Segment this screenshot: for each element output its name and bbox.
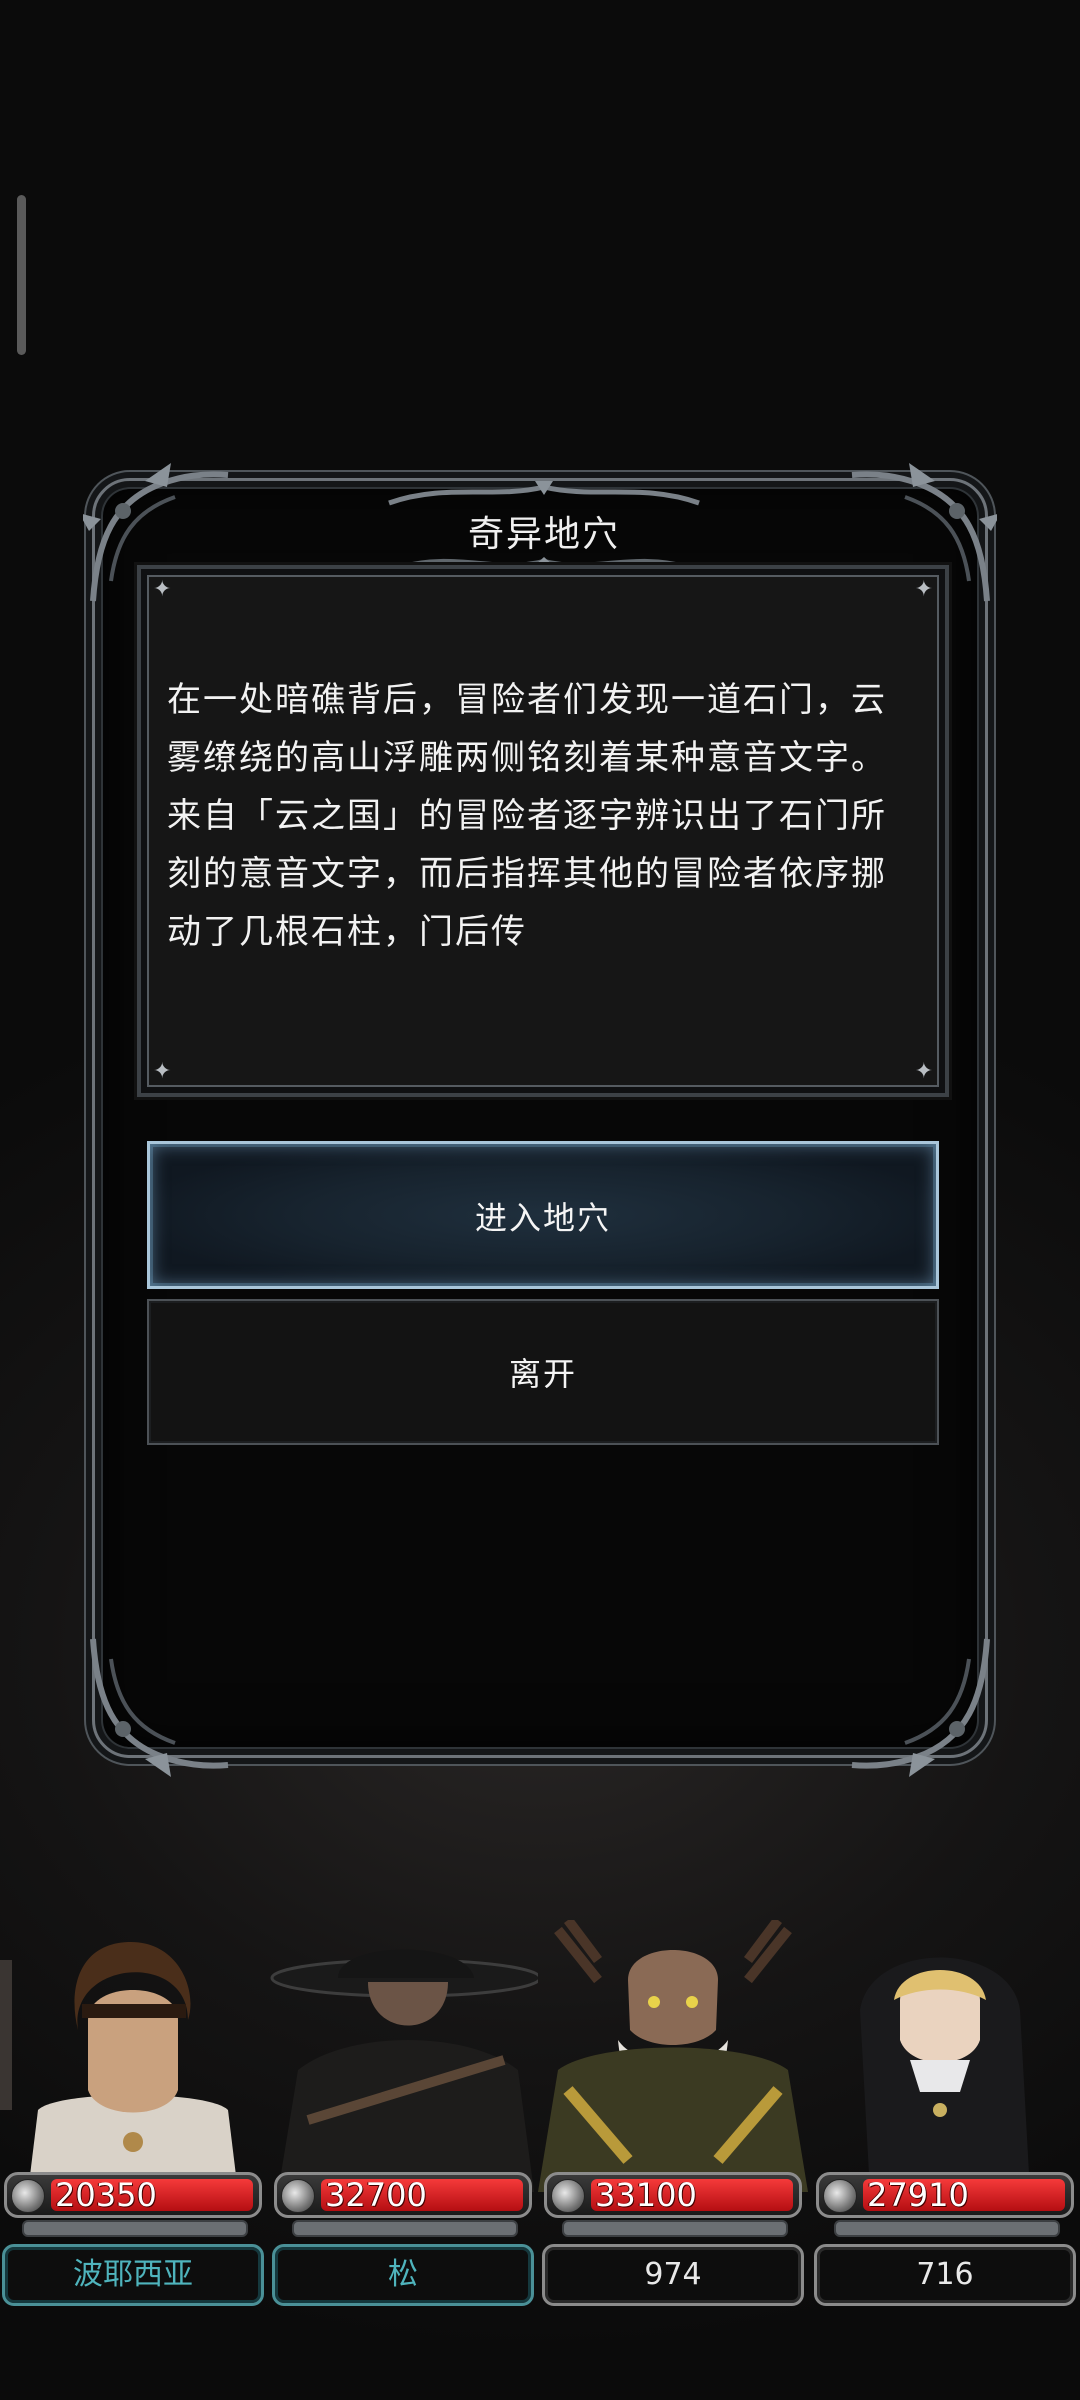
hero-portrait — [538, 1920, 808, 2192]
hp-bar: 27910 — [816, 2172, 1074, 2218]
scroll-indicator[interactable] — [17, 195, 26, 355]
leave-button[interactable]: 离开 — [147, 1299, 939, 1445]
sword-orb-icon — [551, 2179, 585, 2213]
hp-bar: 32700 — [274, 2172, 532, 2218]
hero-card-1[interactable]: 20350 波耶西亚 — [0, 1920, 268, 2310]
hero-portrait — [860, 1957, 1030, 2192]
mp-bar — [834, 2220, 1060, 2237]
hero-card-3[interactable]: 33100 974 — [538, 1920, 808, 2310]
sparkle-icon: ✦ — [153, 1059, 172, 1084]
sparkle-icon: ✦ — [914, 577, 933, 602]
hero-card-2[interactable]: 32700 松 — [268, 1920, 538, 2310]
sword-orb-icon — [281, 2179, 315, 2213]
hero-name: 松 — [272, 2244, 534, 2306]
mp-bar — [292, 2220, 518, 2237]
hp-value: 20350 — [55, 2176, 157, 2214]
dialog-title: 奇异地穴 — [467, 514, 620, 555]
hero-portrait — [270, 1949, 538, 2192]
sparkle-icon: ✦ — [153, 577, 172, 602]
hp-value: 27910 — [867, 2176, 969, 2214]
enter-cave-button[interactable]: 进入地穴 — [147, 1141, 939, 1289]
hero-name: 716 — [814, 2244, 1076, 2306]
hp-bar: 33100 — [544, 2172, 802, 2218]
sword-orb-icon — [823, 2179, 857, 2213]
mp-bar — [22, 2220, 248, 2237]
sparkle-icon: ✦ — [914, 1059, 933, 1084]
mp-bar — [562, 2220, 788, 2237]
frame-ornament-icon — [851, 1638, 990, 1777]
event-dialog: 奇异地穴 ✦ ✦ ✦ ✦ 在一处暗礁背后，冒险者们发现一道石门，云雾缭绕的高山浮… — [83, 463, 997, 1777]
hero-card-4[interactable]: 27910 716 — [810, 1920, 1080, 2310]
frame-ornament-icon — [90, 1638, 229, 1777]
game-screen: 奇异地穴 ✦ ✦ ✦ ✦ 在一处暗礁背后，冒险者们发现一道石门，云雾缭绕的高山浮… — [0, 0, 1080, 2400]
sword-orb-icon — [11, 2179, 45, 2213]
story-text: 在一处暗礁背后，冒险者们发现一道石门，云雾缭绕的高山浮雕两侧铭刻着某种意音文字。… — [167, 680, 887, 952]
hp-value: 32700 — [325, 2176, 427, 2214]
hp-value: 33100 — [595, 2176, 697, 2214]
story-panel[interactable]: ✦ ✦ ✦ ✦ 在一处暗礁背后，冒险者们发现一道石门，云雾缭绕的高山浮雕两侧铭刻… — [137, 565, 949, 1097]
hero-name: 974 — [542, 2244, 804, 2306]
title-plate: 奇异地穴 — [385, 481, 703, 577]
hero-portrait — [0, 1941, 238, 2192]
hp-bar: 20350 — [4, 2172, 262, 2218]
hero-name: 波耶西亚 — [2, 2244, 264, 2306]
